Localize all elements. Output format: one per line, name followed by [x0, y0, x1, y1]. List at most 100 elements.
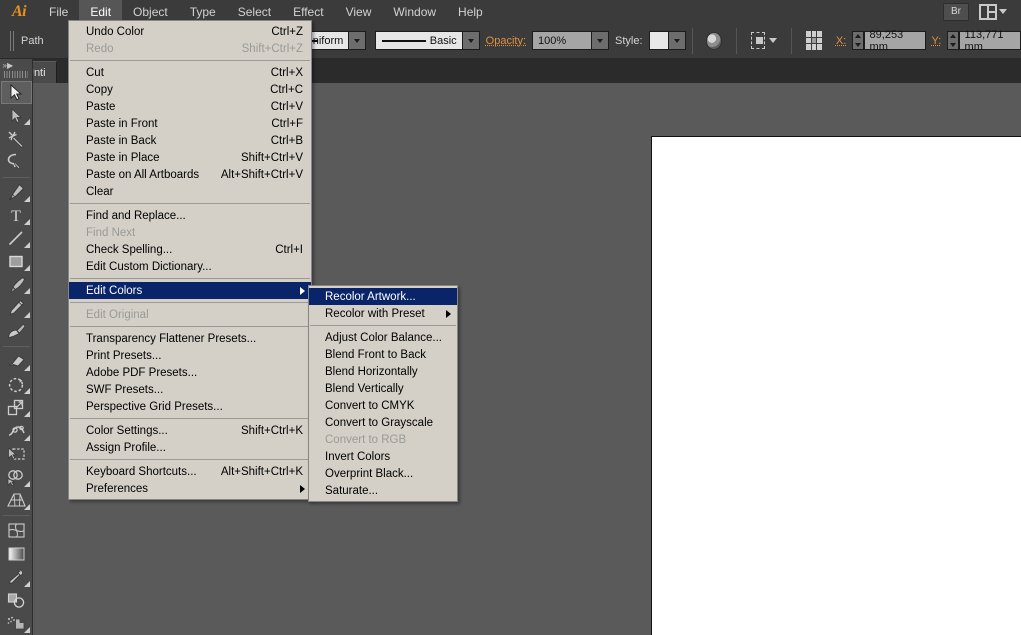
- reference-point-icon[interactable]: [806, 31, 822, 50]
- stroke-profile-dropdown[interactable]: [349, 31, 367, 50]
- x-stepper[interactable]: [852, 31, 864, 50]
- lasso-tool[interactable]: [1, 150, 32, 173]
- menu-item-blend-horizontally[interactable]: Blend Horizontally: [309, 363, 457, 380]
- menu-item-preferences[interactable]: Preferences: [69, 480, 311, 497]
- menu-item-paste-in-place[interactable]: Paste in Place Shift+Ctrl+V: [69, 149, 311, 166]
- menu-item-color-settings[interactable]: Color Settings... Shift+Ctrl+K: [69, 422, 311, 439]
- control-bar-grip[interactable]: [10, 30, 15, 51]
- magic-wand-tool[interactable]: [1, 127, 32, 150]
- menu-separator: [70, 302, 310, 303]
- menu-item-label: Convert to Grayscale: [325, 416, 434, 429]
- opacity-dropdown[interactable]: [592, 31, 610, 50]
- transform-icon[interactable]: [750, 32, 766, 49]
- tool-divider: [2, 176, 30, 178]
- menu-item-blend-front-to-back[interactable]: Blend Front to Back: [309, 346, 457, 363]
- menu-separator: [70, 418, 310, 419]
- submenu-arrow-icon: [300, 484, 305, 493]
- rotate-tool[interactable]: [1, 373, 32, 396]
- menu-item-transparency-flattener-presets[interactable]: Transparency Flattener Presets...: [69, 330, 311, 347]
- type-tool[interactable]: T: [1, 204, 32, 227]
- menu-view[interactable]: View: [335, 0, 383, 23]
- menu-item-print-presets[interactable]: Print Presets...: [69, 347, 311, 364]
- menu-separator: [70, 60, 310, 61]
- menu-item-keyboard-shortcuts[interactable]: Keyboard Shortcuts... Alt+Shift+Ctrl+K: [69, 463, 311, 480]
- menu-item-paste-in-back[interactable]: Paste in Back Ctrl+B: [69, 132, 311, 149]
- width-tool[interactable]: [1, 419, 32, 442]
- menu-item-label: Blend Vertically: [325, 382, 404, 395]
- menu-item-check-spelling[interactable]: Check Spelling... Ctrl+I: [69, 241, 311, 258]
- arrange-documents-icon[interactable]: [979, 3, 1007, 20]
- chevron-down-icon[interactable]: [769, 38, 778, 43]
- menu-item-adjust-color-balance[interactable]: Adjust Color Balance...: [309, 329, 457, 346]
- perspective-grid-tool[interactable]: [1, 489, 32, 512]
- menu-item-edit-custom-dictionary[interactable]: Edit Custom Dictionary...: [69, 258, 311, 275]
- menu-item-redo: Redo Shift+Ctrl+Z: [69, 40, 311, 57]
- menu-item-label: Saturate...: [325, 484, 379, 497]
- menu-separator: [70, 326, 310, 327]
- bridge-button[interactable]: Br: [943, 2, 969, 21]
- menu-item-convert-to-grayscale[interactable]: Convert to Grayscale: [309, 414, 457, 431]
- menu-item-paste-in-front[interactable]: Paste in Front Ctrl+F: [69, 115, 311, 132]
- graphic-style-swatch[interactable]: [648, 31, 669, 50]
- scale-tool[interactable]: [1, 396, 32, 419]
- line-segment-tool[interactable]: [1, 227, 32, 250]
- menu-item-label: Paste in Front: [86, 117, 158, 130]
- shape-builder-tool[interactable]: [1, 466, 32, 489]
- menu-item-label: Blend Horizontally: [325, 365, 418, 378]
- menu-item-shortcut: Ctrl+B: [270, 134, 303, 147]
- symbol-sprayer-tool[interactable]: [1, 612, 32, 635]
- menu-item-label: Perspective Grid Presets...: [86, 400, 223, 413]
- menu-item-label: Keyboard Shortcuts...: [86, 465, 197, 478]
- menu-item-label: Adjust Color Balance...: [325, 331, 442, 344]
- menu-item-find-and-replace[interactable]: Find and Replace...: [69, 207, 311, 224]
- menu-item-recolor-artwork[interactable]: Recolor Artwork...: [309, 288, 457, 305]
- selection-tool[interactable]: [0, 80, 32, 104]
- menu-item-assign-profile[interactable]: Assign Profile...: [69, 439, 311, 456]
- tools-panel-grip[interactable]: [4, 71, 28, 78]
- rectangle-tool[interactable]: [1, 250, 32, 273]
- opacity-input[interactable]: 100%: [532, 31, 593, 50]
- menu-item-blend-vertically[interactable]: Blend Vertically: [309, 380, 457, 397]
- y-stepper[interactable]: [947, 31, 959, 50]
- artboard[interactable]: [651, 136, 1021, 635]
- menu-item-adobe-pdf-presets[interactable]: Adobe PDF Presets...: [69, 364, 311, 381]
- y-coordinate-input[interactable]: 113,771 mm: [958, 29, 1021, 53]
- tools-panel-collapse[interactable]: »▶: [0, 59, 33, 71]
- menu-item-perspective-grid-presets[interactable]: Perspective Grid Presets...: [69, 398, 311, 415]
- blob-brush-tool[interactable]: [1, 320, 32, 343]
- menu-item-edit-colors[interactable]: Edit Colors: [69, 282, 311, 299]
- free-transform-tool[interactable]: [1, 443, 32, 466]
- menu-item-invert-colors[interactable]: Invert Colors: [309, 448, 457, 465]
- menu-item-swf-presets[interactable]: SWF Presets...: [69, 381, 311, 398]
- style-label: Style:: [615, 34, 643, 47]
- menu-item-overprint-black[interactable]: Overprint Black...: [309, 465, 457, 482]
- menu-item-convert-to-cmyk[interactable]: Convert to CMYK: [309, 397, 457, 414]
- menu-item-clear[interactable]: Clear: [69, 183, 311, 200]
- menu-item-saturate[interactable]: Saturate...: [309, 482, 457, 499]
- menu-item-copy[interactable]: Copy Ctrl+C: [69, 81, 311, 98]
- menu-item-paste[interactable]: Paste Ctrl+V: [69, 98, 311, 115]
- mesh-tool[interactable]: [1, 519, 32, 542]
- paintbrush-tool[interactable]: [1, 273, 32, 296]
- menu-separator: [70, 203, 310, 204]
- eraser-tool[interactable]: [1, 350, 32, 373]
- menu-item-cut[interactable]: Cut Ctrl+X: [69, 64, 311, 81]
- direct-selection-tool[interactable]: [1, 104, 32, 127]
- blend-tool[interactable]: [1, 589, 32, 612]
- recolor-artwork-icon[interactable]: [706, 31, 722, 50]
- menu-item-paste-on-all-artboards[interactable]: Paste on All Artboards Alt+Shift+Ctrl+V: [69, 166, 311, 183]
- menu-window[interactable]: Window: [382, 0, 447, 23]
- brush-definition-dropdown[interactable]: [462, 31, 480, 50]
- menu-help[interactable]: Help: [447, 0, 494, 23]
- brush-definition-field[interactable]: Basic: [374, 31, 463, 50]
- menu-item-undo-color[interactable]: Undo Color Ctrl+Z: [69, 23, 311, 40]
- menu-item-label: Paste in Back: [86, 134, 157, 147]
- pen-tool[interactable]: [1, 180, 32, 203]
- pencil-tool[interactable]: [1, 296, 32, 319]
- gradient-tool[interactable]: [1, 542, 32, 565]
- eyedropper-tool[interactable]: [1, 566, 32, 589]
- menu-item-recolor-with-preset[interactable]: Recolor with Preset: [309, 305, 457, 322]
- opacity-label[interactable]: Opacity:: [486, 35, 526, 47]
- x-coordinate-input[interactable]: 89,253 mm: [863, 29, 926, 53]
- graphic-style-dropdown[interactable]: [668, 31, 686, 50]
